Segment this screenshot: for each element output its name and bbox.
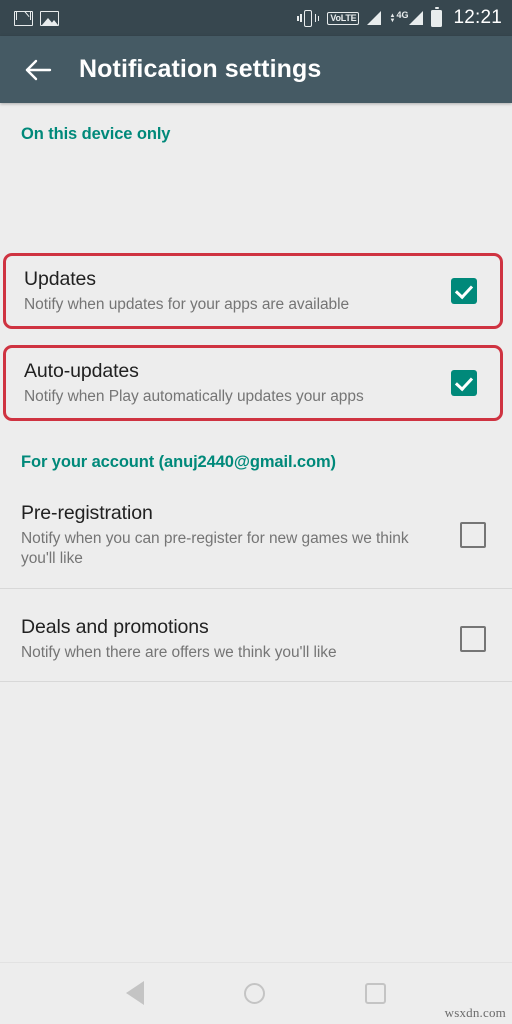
setting-subtitle: Notify when you can pre-register for new… bbox=[21, 530, 409, 567]
setting-row-text: Updates Notify when updates for your app… bbox=[24, 267, 451, 315]
status-bar: VoLTE ▲ ▼ 4G 12:21 bbox=[0, 0, 512, 36]
phone-screen: VoLTE ▲ ▼ 4G 12:21 Notification settings … bbox=[0, 0, 512, 1024]
data-arrows-icon: ▲ ▼ bbox=[389, 13, 396, 24]
battery-icon bbox=[431, 6, 443, 27]
nav-back-icon[interactable] bbox=[126, 981, 144, 1005]
app-bar: Notification settings bbox=[0, 36, 512, 103]
setting-title: Pre-registration bbox=[21, 502, 153, 524]
setting-title: Deals and promotions bbox=[21, 616, 209, 638]
photo-icon bbox=[40, 10, 59, 26]
setting-title: Updates bbox=[24, 268, 96, 290]
status-bar-right-icons: VoLTE ▲ ▼ 4G 12:21 bbox=[297, 6, 502, 29]
checkbox-pre-registration[interactable] bbox=[460, 522, 486, 548]
setting-row-text: Deals and promotions Notify when there a… bbox=[21, 615, 460, 663]
setting-row-text: Auto-updates Notify when Play automatica… bbox=[24, 359, 451, 407]
system-navigation-bar: wsxdn.com bbox=[0, 962, 512, 1024]
setting-subtitle: Notify when there are offers we think yo… bbox=[21, 644, 337, 661]
highlight-box-updates: Updates Notify when updates for your app… bbox=[3, 253, 503, 329]
setting-row-deals-promotions[interactable]: Deals and promotions Notify when there a… bbox=[0, 603, 512, 675]
settings-content: On this device only Updates Notify when … bbox=[0, 103, 512, 962]
row-divider bbox=[0, 588, 512, 589]
page-title: Notification settings bbox=[79, 55, 322, 83]
nav-recents-icon[interactable] bbox=[365, 982, 386, 1004]
back-arrow-icon[interactable] bbox=[22, 53, 56, 87]
network-4g-icon: ▲ ▼ 4G bbox=[389, 10, 424, 25]
setting-row-pre-registration[interactable]: Pre-registration Notify when you can pre… bbox=[0, 489, 512, 581]
row-divider bbox=[0, 681, 512, 682]
gmail-icon bbox=[14, 10, 33, 26]
setting-title: Auto-updates bbox=[24, 360, 139, 382]
volte-icon: VoLTE bbox=[327, 11, 360, 25]
setting-subtitle: Notify when updates for your apps are av… bbox=[24, 296, 350, 313]
status-bar-clock: 12:21 bbox=[453, 7, 502, 28]
nav-bar-separator bbox=[0, 962, 512, 963]
setting-row-text: Pre-registration Notify when you can pre… bbox=[21, 501, 460, 569]
section-header-device: On this device only bbox=[21, 125, 171, 143]
status-bar-left-icons bbox=[14, 10, 59, 26]
watermark: wsxdn.com bbox=[444, 1005, 506, 1020]
setting-subtitle: Notify when Play automatically updates y… bbox=[24, 388, 364, 405]
checkbox-updates[interactable] bbox=[451, 278, 477, 304]
setting-row-updates[interactable]: Updates Notify when updates for your app… bbox=[6, 256, 500, 326]
setting-row-auto-updates[interactable]: Auto-updates Notify when Play automatica… bbox=[6, 348, 500, 418]
vibrate-icon bbox=[297, 9, 320, 27]
checkbox-deals-promotions[interactable] bbox=[460, 626, 486, 652]
highlight-box-auto-updates: Auto-updates Notify when Play automatica… bbox=[3, 345, 503, 421]
network-label: 4G bbox=[396, 10, 409, 20]
checkbox-auto-updates[interactable] bbox=[451, 370, 477, 396]
nav-home-icon[interactable] bbox=[244, 982, 265, 1004]
section-header-account: For your account (anuj2440@gmail.com) bbox=[21, 453, 336, 471]
signal-icon bbox=[367, 11, 382, 25]
